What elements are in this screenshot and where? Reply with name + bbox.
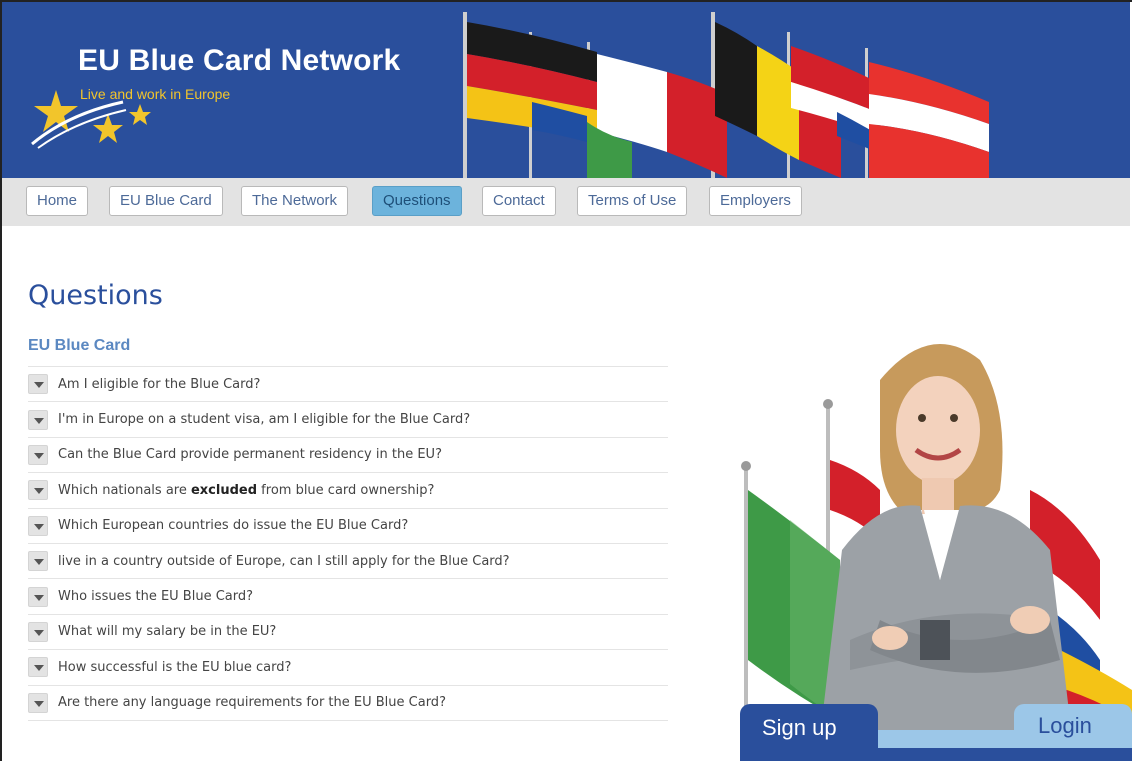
page-title: Questions	[28, 280, 163, 311]
faq-question[interactable]: Which nationals are excluded from blue c…	[58, 483, 434, 498]
tab-divider-strip	[878, 730, 1014, 748]
faq-question[interactable]: Am I eligible for the Blue Card?	[58, 377, 260, 392]
faq-question[interactable]: How successful is the EU blue card?	[58, 660, 291, 675]
expand-arrow-icon[interactable]	[28, 692, 48, 713]
account-tabs: Sign up Login	[740, 704, 1132, 761]
faq-question[interactable]: Can the Blue Card provide permanent resi…	[58, 447, 442, 462]
faq-question[interactable]: Who issues the EU Blue Card?	[58, 589, 253, 604]
faq-question-part: Which nationals are	[58, 482, 191, 498]
nav-the-network[interactable]: The Network	[241, 186, 349, 216]
faq-item[interactable]: Which European countries do issue the EU…	[28, 509, 668, 544]
flags-banner-image	[463, 12, 989, 178]
faq-item[interactable]: Am I eligible for the Blue Card?	[28, 367, 668, 403]
expand-arrow-icon[interactable]	[28, 480, 48, 501]
expand-arrow-icon[interactable]	[28, 657, 48, 678]
site-header: EU Blue Card Network Live and work in Eu…	[2, 2, 1130, 178]
expand-arrow-icon[interactable]	[28, 621, 48, 642]
faq-question[interactable]: Which European countries do issue the EU…	[58, 518, 408, 533]
expand-arrow-icon[interactable]	[28, 586, 48, 607]
stars-logo-icon[interactable]	[28, 84, 158, 154]
faq-item[interactable]: Can the Blue Card provide permanent resi…	[28, 438, 668, 474]
nav-eu-blue-card[interactable]: EU Blue Card	[109, 186, 223, 216]
faq-item[interactable]: I'm in Europe on a student visa, am I el…	[28, 402, 668, 438]
expand-arrow-icon[interactable]	[28, 551, 48, 572]
tab-login[interactable]: Login	[1014, 704, 1132, 748]
faq-question[interactable]: live in a country outside of Europe, can…	[58, 554, 510, 569]
faq-question-part: from blue card ownership?	[257, 482, 435, 498]
site-title[interactable]: EU Blue Card Network	[78, 44, 400, 78]
nav-employers[interactable]: Employers	[709, 186, 802, 216]
tab-sign-up[interactable]: Sign up	[740, 704, 878, 752]
nav-contact[interactable]: Contact	[482, 186, 556, 216]
expand-arrow-icon[interactable]	[28, 409, 48, 430]
expand-arrow-icon[interactable]	[28, 444, 48, 465]
faq-question[interactable]: What will my salary be in the EU?	[58, 624, 276, 639]
promo-woman-image	[741, 344, 1132, 761]
expand-arrow-icon[interactable]	[28, 374, 48, 395]
section-title: EU Blue Card	[28, 337, 131, 354]
faq-item[interactable]: How successful is the EU blue card?	[28, 650, 668, 686]
nav-questions[interactable]: Questions	[372, 186, 462, 216]
faq-question[interactable]: I'm in Europe on a student visa, am I el…	[58, 412, 470, 427]
nav-home[interactable]: Home	[26, 186, 89, 216]
faq-item[interactable]: live in a country outside of Europe, can…	[28, 544, 668, 580]
expand-arrow-icon[interactable]	[28, 515, 48, 536]
nav-terms-of-use[interactable]: Terms of Use	[577, 186, 688, 216]
faq-list: Am I eligible for the Blue Card? I'm in …	[28, 366, 668, 721]
faq-item[interactable]: What will my salary be in the EU?	[28, 615, 668, 651]
faq-question[interactable]: Are there any language requirements for …	[58, 695, 446, 710]
faq-item[interactable]: Which nationals are excluded from blue c…	[28, 473, 668, 509]
faq-item[interactable]: Who issues the EU Blue Card?	[28, 579, 668, 615]
faq-item[interactable]: Are there any language requirements for …	[28, 686, 668, 721]
faq-question-emphasis: excluded	[190, 482, 258, 498]
